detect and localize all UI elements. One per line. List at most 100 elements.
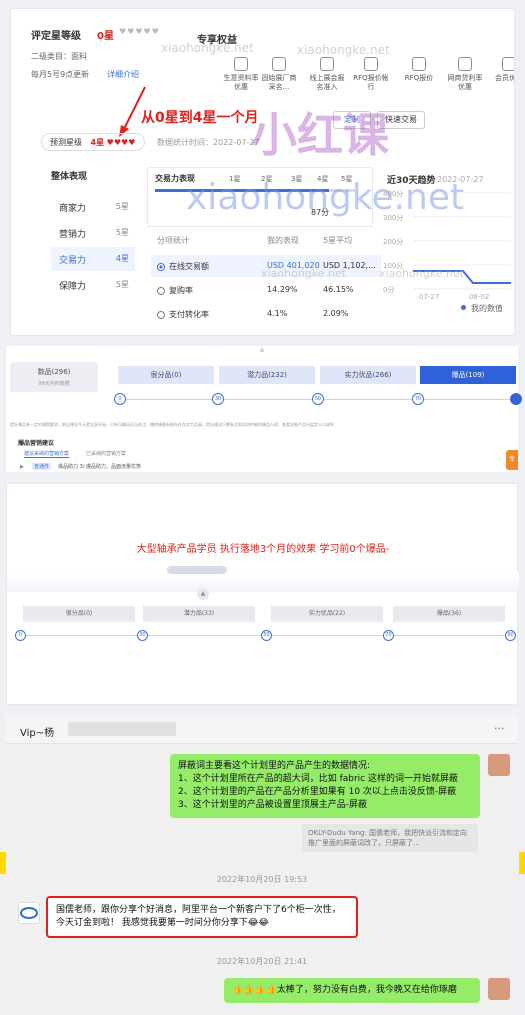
- msg1-line: 2、这个计划里的产品在产品分析里如果有 10 次以上点击没反馈-屏蔽: [178, 787, 457, 797]
- metric-row[interactable]: 支付转化率 4.1% 2.09%: [151, 303, 381, 325]
- benefit-item[interactable]: 线上展会报名准入: [309, 57, 345, 92]
- tier-node: 30: [137, 630, 148, 641]
- benefit-label: 网商贷利率优惠: [447, 74, 483, 91]
- message-green-2: 👍👍👍👍太棒了，努力没有白费，我今晚又在给你琢磨: [224, 978, 480, 1003]
- score-fill: [155, 189, 329, 192]
- benefit-label: RFQ报价: [404, 74, 434, 82]
- radio-icon[interactable]: [157, 262, 165, 271]
- annotation-arrow-icon: [119, 86, 146, 137]
- tier-segment[interactable]: 实力优品(266): [320, 366, 416, 384]
- benefit-label: 会员优先: [495, 74, 514, 82]
- trade-tab[interactable]: 交易力表现: [155, 173, 195, 184]
- tab-adopt-suggest[interactable]: 建议采纳的营销方案: [24, 450, 70, 458]
- quick-trade-button[interactable]: 快速交易: [377, 111, 425, 129]
- sidebar-item[interactable]: 商家力 5星: [51, 195, 135, 219]
- benefit-icon: [502, 57, 514, 71]
- timestamp-2: 2022年10月20日 21:41: [216, 957, 308, 966]
- tier-node: 0: [15, 630, 26, 641]
- metric-row[interactable]: 在线交易额 USD 401,020 USD 1,102,...: [151, 255, 381, 277]
- avatar-self[interactable]: [488, 978, 510, 1000]
- custom-button[interactable]: 定制: [333, 111, 371, 129]
- tier-segment[interactable]: 爆品(36): [393, 606, 505, 622]
- tier-node: 0: [114, 393, 126, 405]
- tier-note: 提升爆品有一定的周期要求，前过建议今天就全面开始，已有可概括适当关注，爆转精细有…: [10, 422, 334, 427]
- annotation-text: 从0星到4星一个月: [141, 110, 259, 126]
- collapse-arrow-icon[interactable]: ▲: [6, 346, 518, 354]
- sidebar-item-score: 4星: [115, 254, 129, 263]
- tier-segment[interactable]: 很分品(0): [118, 366, 214, 384]
- benefit-icon: [320, 57, 334, 71]
- product-tier-panel: ▲ 数品(296) 99天内的数据 很分品(0) 潜力品(232) 实力优品(266…: [6, 346, 522, 472]
- total-products-label: 数品(296): [37, 368, 71, 376]
- tier-segment[interactable]: 潜力品(232): [219, 366, 315, 384]
- category-label: 二级类目：面料: [31, 52, 87, 61]
- metric-name: 支付转化率: [169, 310, 209, 319]
- tier-node: 50: [312, 393, 324, 405]
- star-value: 0星: [97, 31, 114, 42]
- star-tab[interactable]: 2星: [261, 174, 272, 184]
- avatar-self[interactable]: [488, 754, 510, 776]
- update-note: 每月5号9点更新: [31, 70, 90, 79]
- benefit-label: RFQ报价帐行: [353, 74, 389, 91]
- msg1-line: 3、这个计划里的产品被设置里顶展主产品-屏蔽: [178, 800, 367, 810]
- benefit-item[interactable]: RFQ报价: [401, 57, 437, 83]
- radio-icon[interactable]: [157, 310, 165, 319]
- benefit-item[interactable]: 网商贷利率优惠: [447, 57, 483, 92]
- legend-label: 我的数值: [471, 304, 503, 313]
- filled-stars-icon: ♥♥♥♥: [106, 138, 136, 147]
- sidebar-item-label: 交易力: [59, 256, 87, 266]
- tier-segment[interactable]: 爆品(109): [420, 366, 516, 384]
- sidebar-item-label: 商家力: [59, 204, 87, 214]
- th-mine: 我的表现: [267, 236, 299, 245]
- sidebar-item[interactable]: 保障力 5星: [51, 273, 135, 297]
- tier-node: 70: [412, 393, 424, 405]
- th-item: 分项统计: [157, 236, 189, 245]
- score-value: 87分: [311, 208, 330, 217]
- y-tick: 400分: [383, 189, 403, 198]
- metric-mine: 4.1%: [267, 309, 288, 318]
- section-title: 爆品营销建议: [18, 440, 55, 447]
- x-tick: 08-02: [469, 293, 489, 301]
- benefit-icon: [458, 57, 472, 71]
- sidebar-title: 整体表现: [51, 172, 88, 182]
- detail-link[interactable]: 详细介绍: [107, 69, 139, 80]
- result-headline: 大型轴承产品学员 执行落地3个月的效果 学习前0个爆品-: [136, 544, 390, 555]
- trend-line: [413, 270, 511, 284]
- total-products-box[interactable]: 数品(296) 99天内的数据: [10, 362, 98, 392]
- tier-node: 70: [383, 630, 394, 641]
- metric-label: 支付转化率: [157, 309, 209, 320]
- star-tab[interactable]: 1星: [229, 174, 240, 184]
- trend-date: 2022-07-27: [437, 175, 484, 184]
- chat-title: Vip~杨: [20, 728, 55, 739]
- tier-segment[interactable]: 潜力品(33): [143, 606, 255, 622]
- benefit-item[interactable]: 会员优先: [491, 57, 514, 83]
- star-tab[interactable]: 3星: [291, 174, 302, 184]
- metric-mine: 14.29%: [267, 285, 298, 294]
- tier-node: 90: [510, 393, 522, 405]
- benefit-item[interactable]: 生意资料率优惠: [223, 57, 259, 92]
- metric-row[interactable]: 复购率 14.29% 46.15%: [151, 279, 381, 301]
- metric-label: 在线交易额: [157, 261, 209, 272]
- sidebar-item[interactable]: 交易力 4星: [51, 247, 135, 271]
- expand-row-icon[interactable]: ▶: [20, 464, 24, 470]
- collapse-up-icon[interactable]: ▲: [197, 588, 209, 600]
- star-tab[interactable]: 5星: [341, 174, 352, 184]
- more-icon[interactable]: ···: [494, 722, 505, 735]
- benefit-icon: [412, 57, 426, 71]
- sidebar-item-score: 5星: [115, 280, 129, 289]
- benefit-icon: [234, 57, 248, 71]
- side-badge[interactable]: 专: [506, 450, 518, 470]
- tier-segment[interactable]: 很分品(0): [23, 606, 135, 622]
- radio-icon[interactable]: [157, 286, 165, 295]
- score-track: [155, 189, 355, 192]
- tier-segment[interactable]: 实力优品(22): [271, 606, 383, 622]
- star-tab[interactable]: 4星: [317, 174, 328, 184]
- benefit-item[interactable]: 固始展厂商采名...: [261, 57, 297, 92]
- benefits-title: 专享权益: [197, 35, 237, 46]
- tab-adopted[interactable]: 已采纳的营销方案: [86, 450, 126, 457]
- benefit-item[interactable]: RFQ报价帐行: [353, 57, 389, 92]
- avatar-student[interactable]: [18, 902, 40, 924]
- blurred-tab: [167, 566, 227, 574]
- sidebar-item[interactable]: 营销力 5星: [51, 221, 135, 245]
- benefit-icon: [272, 57, 286, 71]
